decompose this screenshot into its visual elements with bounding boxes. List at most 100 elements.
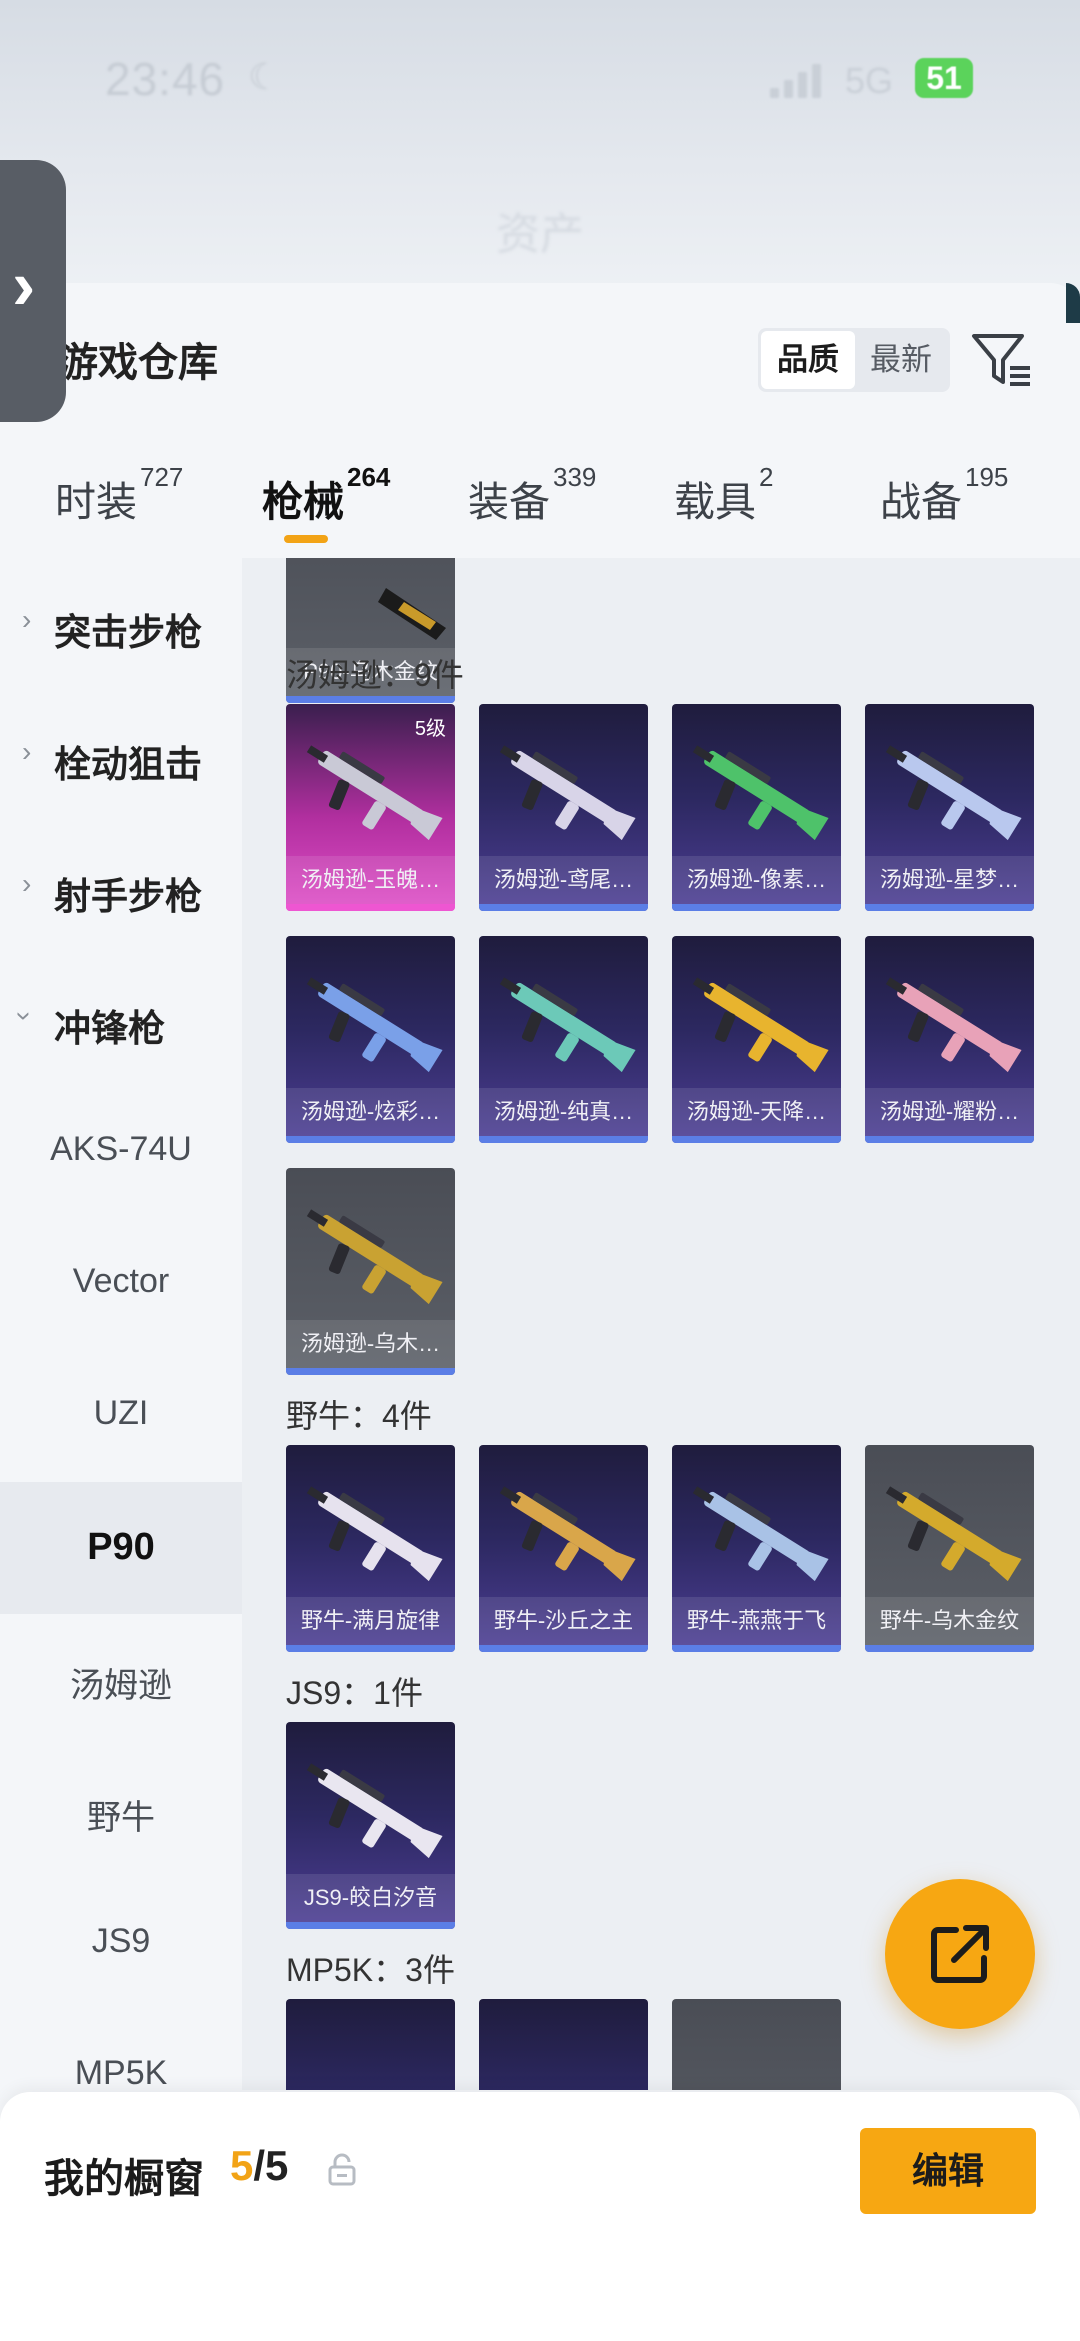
sidebar-item-label: 射手步枪: [54, 876, 202, 917]
skin-name: 野牛-燕燕于飞: [686, 1608, 827, 1633]
tab-gear[interactable]: 战备195: [880, 462, 1008, 528]
skin-card[interactable]: 汤姆逊-乌木…: [286, 1168, 455, 1375]
chevron-right-icon: ›: [22, 604, 32, 635]
tab-label: 时装: [55, 479, 137, 525]
sidebar-item-label: Vector: [72, 1262, 170, 1300]
skin-name: 汤姆逊-炫彩…: [300, 1099, 441, 1124]
skin-card[interactable]: 汤姆逊-像素…: [672, 704, 841, 911]
skin-name: 汤姆逊-像素…: [686, 867, 827, 892]
skin-card[interactable]: 5级 汤姆逊-玉魄…: [286, 704, 455, 911]
sidebar-item-label: P90: [87, 1526, 155, 1568]
share-icon: [931, 1925, 989, 1983]
sidebar-item-js9[interactable]: JS9: [0, 1878, 242, 2010]
skin-card[interactable]: 野牛-乌木金纹: [865, 1445, 1034, 1652]
gun-skin-image: [306, 1209, 443, 1305]
sidebar-item-bolt-sniper[interactable]: › 栓动狙击: [0, 690, 242, 822]
sidebar-item-aks74u[interactable]: AKS-74U: [0, 1086, 242, 1218]
panel-title: 游戏仓库: [58, 341, 218, 385]
gun-skin-image: [306, 977, 443, 1073]
skin-name: 野牛-满月旋律: [300, 1608, 441, 1633]
gun-skin-image: [306, 745, 443, 841]
skin-card[interactable]: 汤姆逊-天降…: [672, 936, 841, 1143]
tab-equipment[interactable]: 装备339: [468, 462, 596, 528]
tab-count: 339: [553, 462, 597, 492]
sort-option-newest[interactable]: 最新: [854, 328, 948, 392]
tab-count: 727: [140, 462, 184, 492]
gun-skin-image: [499, 745, 636, 841]
rarity-bar: [865, 904, 1034, 911]
moon-icon: ☾: [248, 56, 281, 97]
chevron-right-icon: ›: [12, 246, 36, 324]
tab-vehicles[interactable]: 载具2: [674, 462, 773, 528]
sidebar-item-thompson[interactable]: 汤姆逊: [0, 1614, 242, 1746]
filter-icon[interactable]: [970, 330, 1034, 390]
tab-count: 264: [347, 462, 391, 492]
rarity-bar: [286, 1368, 455, 1375]
skin-level-badge: 5级: [414, 718, 446, 740]
gun-skin-image: [692, 745, 829, 841]
rarity-bar: [286, 1136, 455, 1143]
gun-skin-image: [885, 745, 1022, 841]
rarity-bar: [286, 1645, 455, 1652]
skin-card[interactable]: 汤姆逊-纯真…: [479, 936, 648, 1143]
skin-card[interactable]: 汤姆逊-耀粉…: [865, 936, 1034, 1143]
section-heading: 野牛：4件: [286, 1398, 432, 1434]
section-heading: 汤姆逊：9件: [286, 657, 464, 693]
skin-card[interactable]: 野牛-燕燕于飞: [672, 1445, 841, 1652]
rarity-bar: [672, 1136, 841, 1143]
side-drawer-handle[interactable]: ›: [0, 160, 66, 422]
skin-card[interactable]: 野牛-满月旋律: [286, 1445, 455, 1652]
skin-card[interactable]: 野牛-沙丘之主: [479, 1445, 648, 1652]
gun-skin-image: [885, 977, 1022, 1073]
sidebar-item-marksman-rifle[interactable]: › 射手步枪: [0, 822, 242, 954]
skin-card[interactable]: JS9-皎白汐音: [286, 1722, 455, 1929]
rarity-bar: [865, 1645, 1034, 1652]
sidebar-item-bizon[interactable]: 野牛: [0, 1746, 242, 1878]
skin-name: 野牛-乌木金纹: [879, 1608, 1020, 1633]
skin-card[interactable]: [672, 1999, 841, 2090]
tab-label: 装备: [468, 479, 550, 525]
category-tabs: 时装727 枪械264 装备339 载具2 战备195: [0, 462, 1080, 558]
section-heading: JS9：1件: [286, 1675, 423, 1711]
sidebar-item-label: 突击步枪: [54, 612, 202, 653]
tab-weapons[interactable]: 枪械264: [262, 462, 390, 528]
page-title: 资产: [496, 210, 584, 259]
sidebar-item-smg[interactable]: › 冲锋枪: [0, 954, 242, 1086]
sidebar-item-uzi[interactable]: UZI: [0, 1350, 242, 1482]
gun-skin-image: [306, 1486, 443, 1582]
sidebar-item-label: 冲锋枪: [54, 1008, 165, 1049]
skin-card[interactable]: [286, 1999, 455, 2090]
skin-name: 汤姆逊-星梦…: [879, 867, 1020, 892]
sidebar-item-p90[interactable]: P90: [0, 1482, 242, 1614]
tab-fashion[interactable]: 时装727: [55, 462, 183, 528]
skin-card[interactable]: [479, 1999, 648, 2090]
sort-toggle[interactable]: 品质 最新: [758, 328, 950, 392]
network-type: 5G: [845, 60, 894, 101]
rarity-bar: [286, 904, 455, 911]
skin-card[interactable]: 汤姆逊-鸢尾…: [479, 704, 648, 911]
skin-card[interactable]: 汤姆逊-炫彩…: [286, 936, 455, 1143]
skin-name: 汤姆逊-纯真…: [493, 1099, 634, 1124]
sidebar-item-label: 栓动狙击: [54, 744, 202, 785]
status-time: 23:46: [105, 53, 226, 105]
rarity-bar: [286, 1922, 455, 1929]
showcase-current: 5: [230, 2142, 254, 2189]
rarity-bar: [479, 1136, 648, 1143]
sidebar-item-label: MP5K: [74, 2054, 168, 2092]
section-heading: MP5K：3件: [286, 1952, 455, 1988]
tab-label: 载具: [674, 479, 756, 525]
skin-name: 汤姆逊-耀粉…: [879, 1099, 1020, 1124]
skin-card[interactable]: 汤姆逊-星梦…: [865, 704, 1034, 911]
edit-button[interactable]: 编辑: [860, 2128, 1036, 2214]
showcase-total: /5: [253, 2142, 289, 2189]
share-button[interactable]: [885, 1879, 1035, 2029]
gun-skin-image: [885, 1486, 1022, 1582]
gun-skin-image: [306, 1763, 443, 1859]
chevron-right-icon: ›: [22, 736, 32, 767]
sidebar-item-vector[interactable]: Vector: [0, 1218, 242, 1350]
sort-option-quality[interactable]: 品质: [761, 331, 855, 389]
tab-label: 战备: [880, 479, 962, 525]
gun-skin-image: [499, 977, 636, 1073]
skin-name: JS9-皎白汐音: [303, 1885, 438, 1910]
sidebar-item-assault-rifle[interactable]: › 突击步枪: [0, 558, 242, 690]
